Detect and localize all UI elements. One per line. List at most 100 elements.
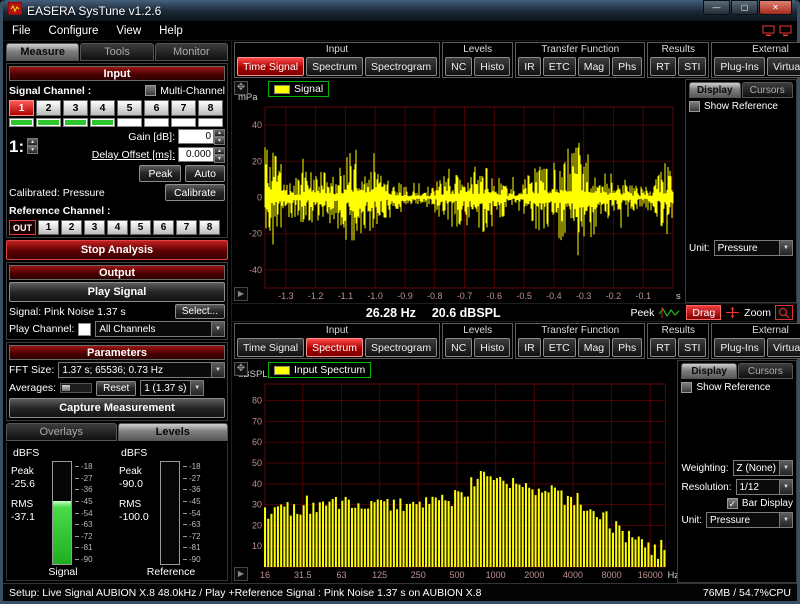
chevron-down-icon[interactable]: ▼ [211, 322, 224, 336]
reference-channel-5[interactable]: 5 [130, 220, 151, 235]
auto-button[interactable]: Auto [185, 165, 225, 182]
play-signal-button[interactable]: Play Signal [9, 282, 225, 302]
reference-channel-7[interactable]: 7 [176, 220, 197, 235]
gain-spinner[interactable]: ▲ ▼ [214, 129, 225, 145]
reference-channel-4[interactable]: 4 [107, 220, 128, 235]
weighting-dropdown[interactable]: Z (None) ▼ [733, 460, 793, 476]
spin-down-icon[interactable]: ▼ [27, 146, 38, 154]
tab-spectrum[interactable]: Spectrum [306, 57, 363, 76]
zoom-mode-label[interactable]: Zoom [744, 307, 771, 319]
signal-channel-5[interactable]: 5 [117, 100, 142, 116]
tab-spectrum[interactable]: Spectrum [306, 338, 363, 357]
tab-time-signal[interactable]: Time Signal [237, 57, 304, 76]
averages-slider[interactable] [60, 383, 92, 393]
spin-up-icon[interactable]: ▲ [214, 129, 225, 137]
tab-sti[interactable]: STI [678, 338, 706, 357]
spin-up-icon[interactable]: ▲ [214, 147, 225, 155]
tab-histo[interactable]: Histo [474, 338, 510, 357]
averages-dropdown[interactable]: 1 (1.37 s) ▼ [140, 380, 204, 396]
reference-channel-6[interactable]: 6 [153, 220, 174, 235]
channel-spinner[interactable]: ▲ ▼ [27, 138, 38, 154]
signal-channel-2[interactable]: 2 [36, 100, 61, 116]
side-tab-cursors[interactable]: Cursors [742, 82, 794, 98]
chevron-down-icon[interactable]: ▼ [779, 513, 792, 527]
resolution-dropdown[interactable]: 1/12 ▼ [736, 479, 794, 495]
tab-plug-ins[interactable]: Plug-Ins [714, 57, 765, 76]
time-signal-chart[interactable]: ✥ Signal 40200-20-40-1.3-1.2-1.1-1.0-0.9… [232, 79, 685, 303]
tab-etc[interactable]: ETC [543, 57, 576, 76]
zoom-icon[interactable] [775, 305, 793, 320]
display-icon[interactable] [762, 25, 775, 37]
reference-channel-2[interactable]: 2 [61, 220, 82, 235]
reference-channel-8[interactable]: 8 [199, 220, 220, 235]
meter-tab-levels[interactable]: Levels [118, 423, 229, 441]
reset-averages-button[interactable]: Reset [96, 381, 136, 396]
close-button[interactable]: ✕ [759, 0, 792, 15]
display-icon-2[interactable] [779, 25, 792, 37]
signal-channel-3[interactable]: 3 [63, 100, 88, 116]
peak-button[interactable]: Peak [139, 165, 181, 182]
chevron-down-icon[interactable]: ▼ [779, 480, 792, 494]
spin-up-icon[interactable]: ▲ [27, 138, 38, 146]
play-icon[interactable]: ▶ [234, 287, 248, 301]
gain-input[interactable]: 0 [178, 129, 214, 144]
stop-analysis-button[interactable]: Stop Analysis [6, 240, 228, 260]
menu-help[interactable]: Help [150, 23, 192, 39]
chevron-down-icon[interactable]: ▼ [190, 381, 203, 395]
tab-nc[interactable]: NC [445, 338, 472, 357]
side-tab-display-2[interactable]: Display [681, 363, 736, 379]
move-icon[interactable]: ✥ [234, 81, 248, 95]
menu-file[interactable]: File [3, 23, 40, 39]
chevron-down-icon[interactable]: ▼ [779, 461, 792, 475]
tab-phs[interactable]: Phs [612, 57, 642, 76]
unit-dropdown-2[interactable]: Pressure ▼ [706, 512, 793, 528]
tab-rt[interactable]: RT [650, 57, 676, 76]
calibrate-button[interactable]: Calibrate [165, 184, 225, 201]
move-icon[interactable]: ✥ [234, 362, 248, 376]
drag-mode-button[interactable]: Drag [686, 305, 721, 320]
spin-down-icon[interactable]: ▼ [214, 155, 225, 163]
reference-channel-3[interactable]: 3 [84, 220, 105, 235]
drag-icon[interactable] [725, 306, 740, 319]
spectrum-chart[interactable]: ✥ Input Spectrum 80706050403020101631.56… [232, 360, 677, 583]
chevron-down-icon[interactable]: ▼ [779, 241, 792, 255]
menu-view[interactable]: View [107, 23, 150, 39]
signal-channel-1[interactable]: 1 [9, 100, 34, 116]
signal-channel-6[interactable]: 6 [144, 100, 169, 116]
tab-virtual-eq[interactable]: Virtual EQ [767, 57, 800, 76]
tab-virtual-eq[interactable]: Virtual EQ [767, 338, 800, 357]
panel-tab-monitor[interactable]: Monitor [155, 43, 228, 61]
tab-plug-ins[interactable]: Plug-Ins [714, 338, 765, 357]
meter-tab-overlays[interactable]: Overlays [6, 423, 117, 441]
time-signal-plot[interactable]: 40200-20-40-1.3-1.2-1.1-1.0-0.9-0.8-0.7-… [232, 79, 685, 303]
unit-dropdown[interactable]: Pressure ▼ [714, 240, 793, 256]
spin-down-icon[interactable]: ▼ [214, 137, 225, 145]
titlebar[interactable]: EASERA SysTune v1.2.6 — ▢ ✕ [3, 0, 797, 21]
side-tab-cursors-2[interactable]: Cursors [738, 363, 793, 379]
tab-mag[interactable]: Mag [578, 338, 610, 357]
tab-rt[interactable]: RT [650, 338, 676, 357]
play-channel-dropdown[interactable]: All Channels ▼ [95, 321, 225, 337]
signal-channel-7[interactable]: 7 [171, 100, 196, 116]
bar-display-checkbox[interactable]: ✓ [727, 498, 738, 509]
reference-channel-out[interactable]: OUT [9, 220, 36, 235]
show-reference-checkbox-2[interactable] [681, 382, 692, 393]
delay-spinner[interactable]: ▲ ▼ [214, 147, 225, 163]
reference-channel-1[interactable]: 1 [38, 220, 59, 235]
panel-tab-measure[interactable]: Measure [6, 43, 79, 61]
tab-spectrogram[interactable]: Spectrogram [365, 57, 437, 76]
tab-spectrogram[interactable]: Spectrogram [365, 338, 437, 357]
minimize-button[interactable]: — [703, 0, 730, 15]
tab-ir[interactable]: IR [518, 338, 541, 357]
select-signal-button[interactable]: Select... [175, 304, 225, 319]
multi-channel-checkbox[interactable] [145, 85, 156, 96]
show-reference-checkbox[interactable] [689, 101, 700, 112]
slider-handle[interactable] [62, 385, 70, 391]
maximize-button[interactable]: ▢ [731, 0, 758, 15]
menu-configure[interactable]: Configure [40, 23, 108, 39]
signal-channel-8[interactable]: 8 [198, 100, 223, 116]
capture-measurement-button[interactable]: Capture Measurement [9, 398, 225, 418]
tab-mag[interactable]: Mag [578, 57, 610, 76]
tab-phs[interactable]: Phs [612, 338, 642, 357]
peek-mode-label[interactable]: Peek [630, 307, 654, 319]
